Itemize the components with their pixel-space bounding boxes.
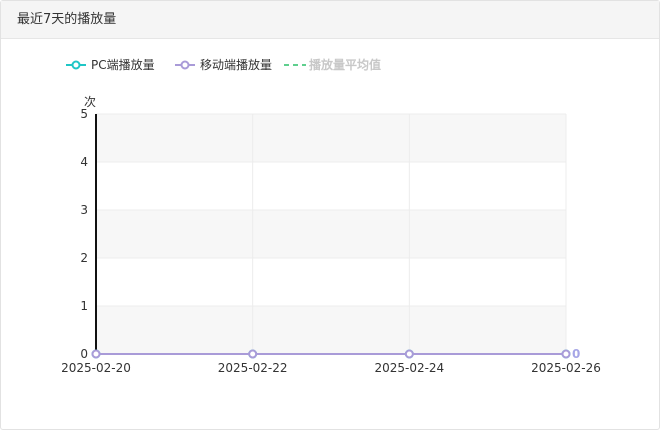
chart-band [96, 210, 566, 258]
y-tick-label: 2 [80, 251, 88, 265]
end-value-label: 0 [572, 347, 580, 361]
data-point[interactable] [404, 349, 414, 359]
x-tick-label: 2025-02-24 [374, 361, 444, 375]
line-chart: 0 1 2 3 4 5次 2025-02-20 2025-02-22 2025-02-24 202… [61, 57, 601, 375]
y-tick-label: 0 [80, 347, 88, 361]
legend-marker-1[interactable] [180, 60, 190, 70]
chart-band [96, 162, 566, 210]
chart-band [96, 114, 566, 162]
y-tick-label: 1 [80, 299, 88, 313]
legend-item-1[interactable]: 移动端播放量 [200, 57, 272, 72]
x-tick-label: 2025-02-26 [531, 361, 601, 375]
legend-item-0[interactable]: PC端播放量 [91, 57, 155, 72]
data-point[interactable] [248, 349, 258, 359]
y-tick-label: 4 [80, 155, 88, 169]
chart-band [96, 258, 566, 306]
data-point[interactable] [561, 349, 571, 359]
y-tick-label: 5 [80, 107, 88, 121]
data-point[interactable] [91, 349, 101, 359]
x-tick-label: 2025-02-22 [218, 361, 288, 375]
y-axis-unit: 次 [84, 95, 96, 109]
chart-band [96, 306, 566, 354]
x-tick-label: 2025-02-20 [61, 361, 131, 375]
legend-item-2[interactable]: 播放量平均值 [309, 57, 381, 72]
legend-marker-0[interactable] [71, 60, 81, 70]
y-tick-label: 3 [80, 203, 88, 217]
